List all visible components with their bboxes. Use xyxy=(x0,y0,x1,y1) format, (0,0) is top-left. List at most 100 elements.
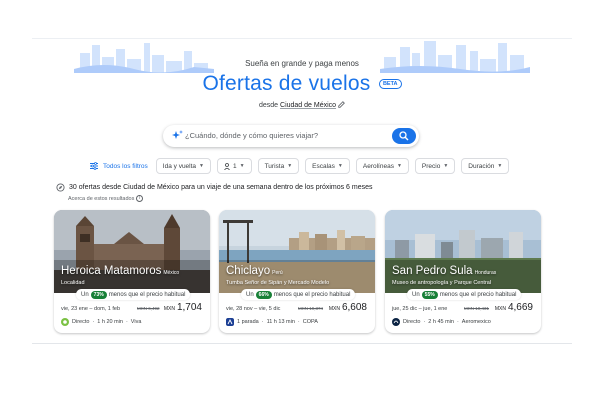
discount-percent: 55% xyxy=(421,290,438,299)
stops-text: Directo xyxy=(72,319,90,325)
airline-name: Aeromexico xyxy=(461,319,491,325)
price-currency: MXN xyxy=(328,306,340,312)
chevron-down-icon: ▼ xyxy=(497,163,503,169)
destination-country: México xyxy=(163,270,180,276)
destination-subtitle: Localidad xyxy=(61,280,85,286)
separator: · xyxy=(423,319,426,325)
destination-name: Chiclayo Perú xyxy=(226,265,283,277)
search-button[interactable] xyxy=(392,128,416,144)
hero-tagline: Sueña en grande y paga menos xyxy=(245,59,359,68)
results-summary-text: 30 ofertas desde Ciudad de México para u… xyxy=(69,184,373,191)
chevron-down-icon: ▼ xyxy=(287,163,293,169)
destination-city: San Pedro Sula xyxy=(392,265,473,277)
price-amount: 6,608 xyxy=(341,302,367,313)
info-icon[interactable]: i xyxy=(136,195,144,202)
explore-icon xyxy=(56,183,65,192)
deal-prefix: Un xyxy=(246,291,254,298)
search-icon xyxy=(399,131,409,141)
price-filter-label: Precio xyxy=(421,162,441,170)
chevron-down-icon: ▼ xyxy=(396,163,402,169)
airlines-filter[interactable]: Aerolíneas ▼ xyxy=(355,158,409,174)
results-summary: 30 ofertas desde Ciudad de México para u… xyxy=(56,183,373,192)
duration-text: 11 h 13 min xyxy=(266,319,295,325)
flight-deals-page: Sueña en grande y paga menos Ofertas de … xyxy=(32,38,572,344)
chevron-down-icon: ▼ xyxy=(443,163,449,169)
page-title-row: Ofertas de vuelos BETA xyxy=(32,72,572,96)
deal-prefix: Un xyxy=(81,291,89,298)
deal-price: MXN 4,669 xyxy=(495,302,533,313)
about-results-link[interactable]: Acerca de estos resultados i xyxy=(68,195,144,202)
deal-card[interactable]: Heroica Matamoros México Localidad Un 73%… xyxy=(54,210,210,333)
airline-name: COPA xyxy=(302,319,318,325)
deal-badge: Un 73% menos que el precio habitual xyxy=(76,289,191,300)
destination-city: Heroica Matamoros xyxy=(61,265,162,277)
search-bar[interactable]: ¿Cuándo, dónde y cómo quieres viajar? xyxy=(163,125,419,147)
price-currency: MXN xyxy=(494,306,506,312)
deal-card[interactable]: San Pedro Sula Honduras Museo de antropol… xyxy=(385,210,541,333)
search-input[interactable]: ¿Cuándo, dónde y cómo quieres viajar? xyxy=(185,131,318,140)
deal-text: menos que el precio habitual xyxy=(108,291,186,298)
separator: · xyxy=(456,319,459,325)
separator: · xyxy=(261,319,264,325)
stops-text: 1 parada xyxy=(237,319,259,325)
destination-subtitle: Tumba Señor de Sipán y Mercado Modelo xyxy=(226,280,330,286)
passengers-label: 1 xyxy=(233,162,237,170)
destination-name: San Pedro Sula Honduras xyxy=(392,265,496,277)
trip-type-label: Ida y vuelta xyxy=(162,162,197,170)
destination-city: Chiclayo xyxy=(226,265,271,277)
stops-filter-label: Escalas xyxy=(312,162,335,170)
beta-badge: BETA xyxy=(378,79,402,89)
cabin-class-dropdown[interactable]: Turista ▼ xyxy=(257,158,300,174)
tune-icon xyxy=(90,162,98,170)
separator: · xyxy=(297,319,300,325)
flight-details: 1 parada · 11 h 13 min · COPA xyxy=(226,318,318,326)
stops-text: Directo xyxy=(403,319,421,325)
stops-filter[interactable]: Escalas ▼ xyxy=(305,158,350,174)
page-title: Ofertas de vuelos xyxy=(202,72,371,95)
cabin-class-label: Turista xyxy=(264,162,285,170)
price-filter[interactable]: Precio ▼ xyxy=(414,158,456,174)
original-price: MXN 6,492 xyxy=(137,306,160,311)
deal-text: menos que el precio habitual xyxy=(273,291,351,298)
airline-name: Viva xyxy=(130,319,142,325)
price-amount: 1,704 xyxy=(176,302,202,313)
origin-city[interactable]: Ciudad de México xyxy=(280,102,336,109)
deal-text: menos que el precio habitual xyxy=(439,291,517,298)
all-filters-button[interactable]: Todos los filtros xyxy=(88,158,150,174)
separator: · xyxy=(92,319,95,325)
price-amount: 4,669 xyxy=(507,302,533,313)
original-price: MXN 19,374 xyxy=(298,306,324,311)
trip-type-dropdown[interactable]: Ida y vuelta ▼ xyxy=(155,158,211,174)
trip-dates: vie, 28 nov – vie, 5 dic xyxy=(226,306,281,312)
sparkle-icon xyxy=(172,130,183,139)
destination-country: Honduras xyxy=(474,270,497,276)
deal-price: MXN 1,704 xyxy=(164,302,202,313)
deal-price: MXN 6,608 xyxy=(329,302,367,313)
all-filters-label: Todos los filtros xyxy=(103,162,148,170)
destination-name: Heroica Matamoros México xyxy=(61,265,179,277)
flight-details: Directo · 1 h 20 min · Viva xyxy=(61,318,141,326)
deal-card[interactable]: Chiclayo Perú Tumba Señor de Sipán y Merc… xyxy=(219,210,375,333)
origin-prefix: desde xyxy=(258,102,279,109)
origin-selector[interactable]: desde Ciudad de México xyxy=(32,101,572,109)
trip-dates: vie, 23 ene – dom, 1 feb xyxy=(61,306,121,312)
passengers-dropdown[interactable]: 1 ▼ xyxy=(217,158,252,174)
duration-filter-label: Duración xyxy=(468,162,495,170)
airlines-filter-label: Aerolíneas xyxy=(362,162,394,170)
duration-text: 1 h 20 min xyxy=(97,319,123,325)
duration-filter[interactable]: Duración ▼ xyxy=(461,158,510,174)
deal-badge: Un 66% menos que el precio habitual xyxy=(241,289,356,300)
separator: · xyxy=(125,319,128,325)
destination-subtitle: Museo de antropología y Parque Central xyxy=(392,280,492,286)
chevron-down-icon: ▼ xyxy=(337,163,343,169)
chevron-down-icon: ▼ xyxy=(239,163,245,169)
about-results-label: Acerca de estos resultados xyxy=(68,195,135,202)
copa-airline-logo xyxy=(226,318,234,326)
duration-text: 2 h 45 min xyxy=(428,319,454,325)
deal-badge: Un 55% menos que el precio habitual xyxy=(407,289,522,300)
person-icon xyxy=(224,162,230,170)
pencil-icon[interactable] xyxy=(338,101,345,108)
discount-percent: 73% xyxy=(90,290,107,299)
flight-details: Directo · 2 h 45 min · Aeromexico xyxy=(392,318,491,326)
price-currency: MXN xyxy=(163,306,175,312)
